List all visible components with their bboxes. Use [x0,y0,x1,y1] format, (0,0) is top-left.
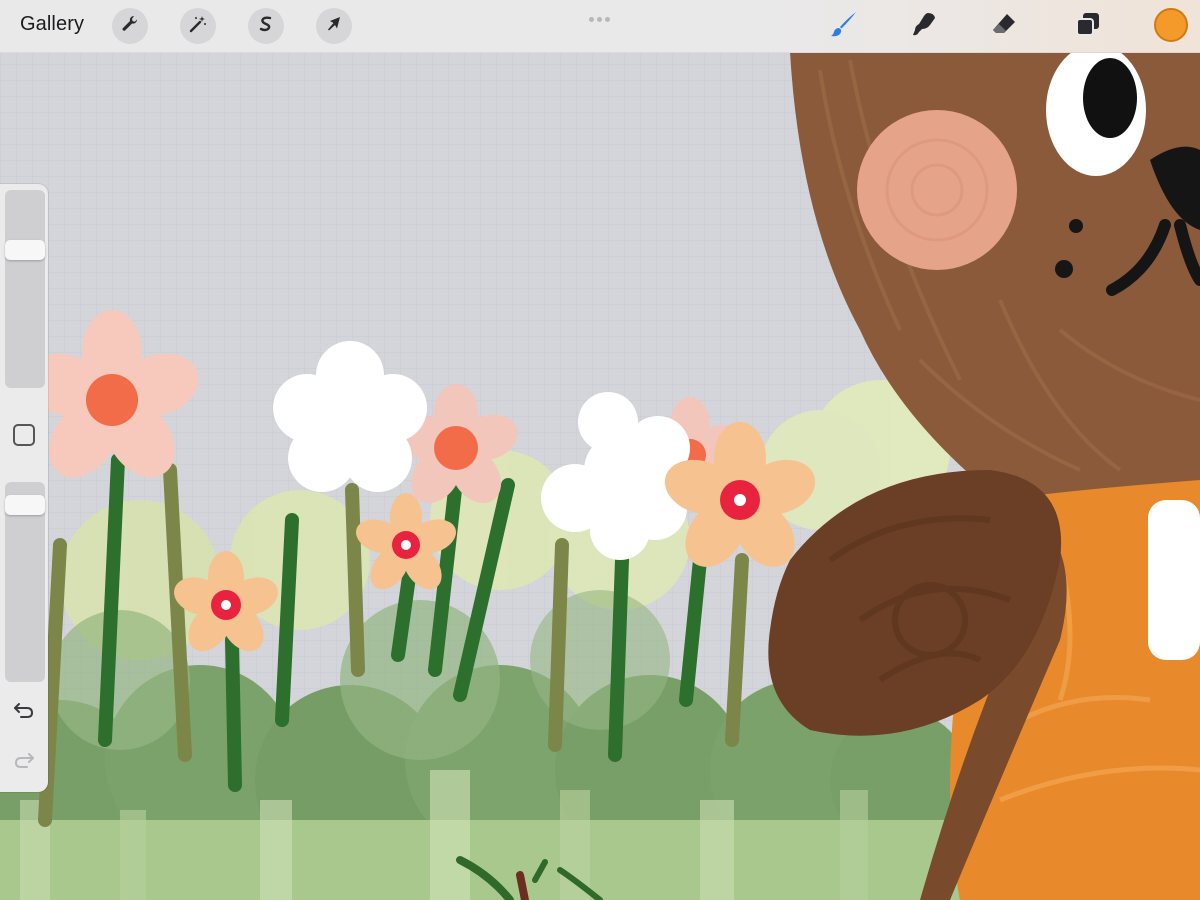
window-grabber[interactable] [589,9,613,22]
undo-icon [13,701,35,724]
modify-button[interactable] [13,424,35,446]
color-swatch[interactable] [1154,8,1188,42]
brush-button[interactable] [826,8,862,44]
actions-button[interactable] [112,8,148,44]
brush-icon [830,10,858,43]
brush-size-slider[interactable] [5,190,45,388]
undo-button[interactable] [10,698,38,726]
selection-button[interactable] [248,8,284,44]
smudge-button[interactable] [906,8,942,44]
transform-button[interactable] [316,8,352,44]
eraser-icon [990,10,1018,43]
redo-button[interactable] [10,748,38,776]
magic-wand-icon [188,14,208,39]
layers-icon [1074,10,1102,43]
gallery-button[interactable]: Gallery [20,13,84,36]
top-toolbar: Gallery [0,0,1200,53]
brush-size-thumb[interactable] [5,240,45,260]
sidebar [0,184,48,792]
wrench-icon [120,14,140,39]
redo-icon [13,751,35,774]
arrow-transform-icon [324,14,344,39]
opacity-slider[interactable] [5,482,45,682]
layers-button[interactable] [1070,8,1106,44]
smudge-icon [910,10,938,43]
drawing-canvas[interactable] [0,0,1200,900]
selection-s-icon [256,14,276,39]
adjustments-button[interactable] [180,8,216,44]
opacity-thumb[interactable] [5,495,45,515]
eraser-button[interactable] [986,8,1022,44]
